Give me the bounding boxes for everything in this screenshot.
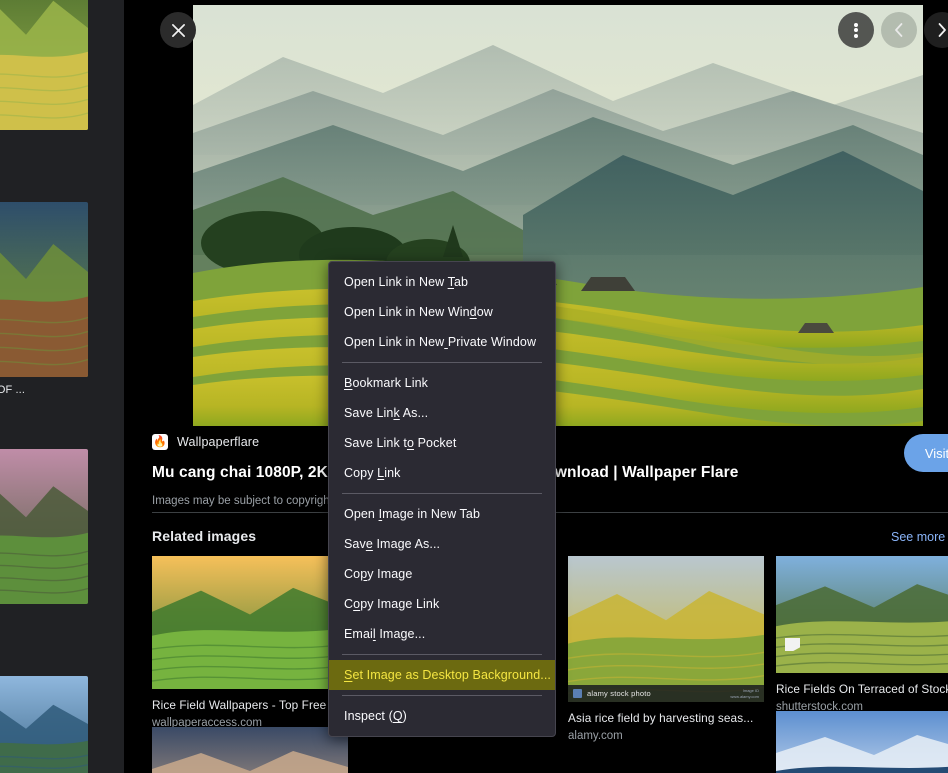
thumbnail-image[interactable] [0, 449, 88, 604]
related-image-title: Rice Fields On Terraced of Stock ... [776, 682, 948, 696]
menu-separator [342, 362, 542, 363]
menu-item-save-link-to-pocket[interactable]: Save Link to Pocket [329, 428, 555, 458]
menu-item-copy-image-link[interactable]: Copy Image Link [329, 589, 555, 619]
result-caption [0, 137, 88, 149]
related-image-card[interactable] [776, 711, 948, 773]
menu-item-copy-link[interactable]: Copy Link [329, 458, 555, 488]
related-image-title: Rice Field Wallpapers - Top Free ... [152, 698, 340, 712]
alamy-watermark-id: Image ID www.alamy.com [730, 688, 759, 699]
next-image-button[interactable] [924, 12, 948, 48]
visit-button[interactable]: Visit [904, 434, 948, 472]
thumbnail-image[interactable] [0, 202, 88, 377]
wallpaperflare-favicon: 🔥 [152, 434, 168, 450]
thumbnail-image[interactable] [776, 556, 948, 673]
see-more-link[interactable]: See more [891, 530, 945, 544]
menu-item-email-image[interactable]: Email Image... [329, 619, 555, 649]
alamy-watermark: alamy stock photo Image ID www.alamy.com [568, 685, 764, 702]
more-options-button[interactable] [838, 12, 874, 48]
menu-item-copy-image[interactable]: Copy Image [329, 559, 555, 589]
thumbnail-image[interactable] [0, 0, 88, 130]
menu-item-open-link-in-new-tab[interactable]: Open Link in New Tab [329, 267, 555, 297]
chevron-right-icon [938, 23, 946, 37]
thumbnail-image[interactable] [776, 711, 948, 773]
source-name: Wallpaperflare [177, 435, 260, 449]
result-thumbnail-card[interactable] [0, 0, 88, 149]
thumbnail-wrapper[interactable] [776, 711, 948, 773]
menu-item-open-link-in-new-private-window[interactable]: Open Link in New Private Window [329, 327, 555, 357]
result-thumbnail-card[interactable] [0, 676, 88, 773]
result-caption [0, 611, 88, 623]
hero-image-container[interactable] [193, 5, 923, 426]
search-results-strip: LAND OF ... [0, 0, 124, 773]
menu-separator [342, 493, 542, 494]
menu-separator [342, 695, 542, 696]
related-image-card[interactable]: Rice Field Wallpapers - Top Free ... wall… [152, 556, 348, 729]
close-icon [171, 23, 185, 37]
thumbnail-image[interactable] [568, 556, 764, 702]
thumbnail-image[interactable] [152, 556, 348, 689]
image-viewer-page: LAND OF ... [0, 0, 948, 773]
related-image-card[interactable] [152, 727, 348, 773]
thumbnail-image[interactable] [152, 727, 348, 773]
menu-item-save-image-as[interactable]: Save Image As... [329, 529, 555, 559]
result-caption: LAND OF ... [0, 384, 25, 396]
result-thumbnail-card[interactable] [0, 449, 88, 623]
chevron-left-icon [895, 23, 903, 37]
menu-separator [342, 654, 542, 655]
menu-item-bookmark-link[interactable]: Bookmark Link [329, 368, 555, 398]
related-image-card[interactable]: Rice Fields On Terraced of Stock ... shut… [776, 556, 948, 713]
menu-item-open-link-in-new-window[interactable]: Open Link in New Window [329, 297, 555, 327]
menu-item-save-link-as[interactable]: Save Link As... [329, 398, 555, 428]
previous-image-button[interactable] [881, 12, 917, 48]
context-menu[interactable]: Open Link in New Tab Open Link in New Win… [328, 261, 556, 737]
menu-item-inspect-q[interactable]: Inspect (Q) [329, 701, 555, 731]
thumbnail-wrapper[interactable] [152, 727, 348, 773]
kebab-icon [854, 21, 858, 39]
thumbnail-wrapper[interactable] [152, 556, 348, 689]
menu-item-set-image-as-desktop-background[interactable]: Set Image as Desktop Background... [329, 660, 555, 690]
thumbnail-wrapper[interactable] [776, 556, 948, 673]
related-image-card[interactable]: alamy stock photo Image ID www.alamy.com … [568, 556, 764, 742]
related-image-title: Asia rice field by harvesting seas... [568, 711, 754, 725]
related-images-heading: Related images [152, 528, 257, 544]
alamy-logo-icon [573, 689, 582, 698]
related-image-domain: alamy.com [568, 730, 623, 742]
thumbnail-image[interactable] [0, 676, 88, 773]
hero-image[interactable] [193, 5, 923, 426]
result-thumbnail-card[interactable]: LAND OF ... [0, 202, 88, 396]
thumbnail-wrapper[interactable]: alamy stock photo Image ID www.alamy.com [568, 556, 764, 702]
close-button[interactable] [160, 12, 196, 48]
menu-item-open-image-in-new-tab[interactable]: Open Image in New Tab [329, 499, 555, 529]
